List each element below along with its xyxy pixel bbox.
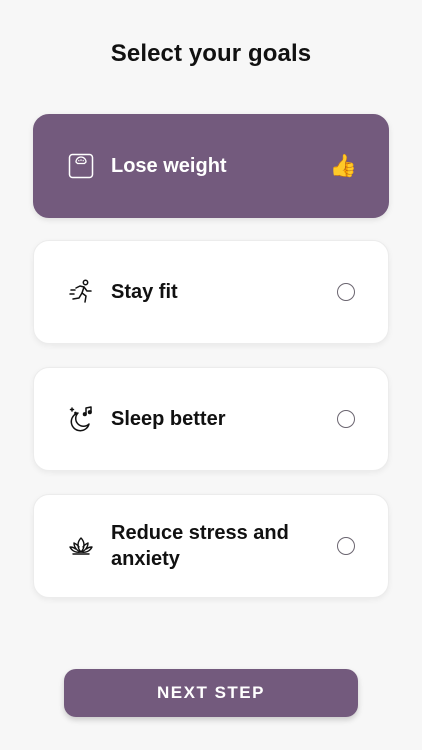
goal-label: Reduce stress and anxiety: [111, 522, 289, 570]
goal-label: Lose weight: [111, 155, 227, 177]
goal-card-stay-fit[interactable]: Stay fit: [33, 240, 389, 344]
goal-label: Stay fit: [111, 281, 178, 303]
moon-music-icon: [67, 405, 95, 433]
goal-selection-screen: Select your goals Lose weight 👍 Stay fit…: [0, 0, 422, 750]
next-step-button[interactable]: NEXT STEP: [64, 669, 358, 717]
scale-icon: [67, 152, 95, 180]
radio-button[interactable]: [337, 283, 355, 301]
page-title: Select your goals: [110, 40, 312, 67]
goal-card-sleep-better[interactable]: Sleep better: [33, 367, 389, 471]
goal-card-lose-weight[interactable]: Lose weight 👍: [33, 114, 389, 218]
radio-button[interactable]: [337, 537, 355, 555]
radio-button[interactable]: [337, 410, 355, 428]
goal-card-reduce-stress[interactable]: Reduce stress and anxiety: [33, 494, 389, 598]
thumbs-up-icon: 👍: [329, 153, 357, 178]
goal-label: Sleep better: [111, 408, 226, 430]
lotus-icon: [67, 532, 95, 560]
running-person-icon: [67, 278, 95, 306]
